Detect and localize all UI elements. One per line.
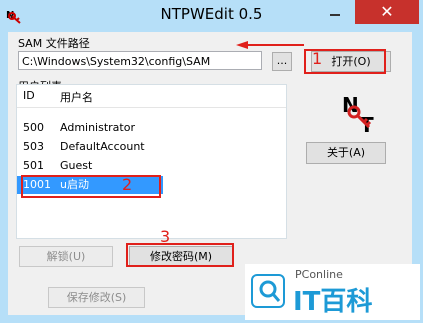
app-window: N NTPWEdit 0.5 ✕ SAM 文件路径 C:\Windows\Sys… [0,0,423,323]
watermark-name: IT百科 [293,287,373,317]
annotation-arrow-icon [236,41,304,49]
watermark: PConline IT百科 [245,264,420,320]
annotation-number-3: 3 [160,227,171,246]
sam-path-label: SAM 文件路径 [18,37,90,50]
about-button[interactable]: 关于(A) [306,142,386,164]
row-id: 503 [23,140,44,153]
row-username: Administrator [60,121,135,134]
save-changes-button[interactable]: 保存修改(S) [48,287,145,308]
watermark-brand: PConline [295,268,343,281]
annotation-box-user [21,175,161,198]
ntpwedit-logo-icon: N T [336,92,380,137]
table-row[interactable]: 501 Guest [17,157,286,175]
row-username: Guest [60,159,93,172]
title-bar[interactable]: N NTPWEdit 0.5 ✕ [0,0,423,30]
close-button[interactable]: ✕ [355,0,419,24]
column-header-username[interactable]: 用户名 [60,89,93,105]
table-row[interactable]: 503 DefaultAccount [17,138,286,156]
row-username: DefaultAccount [60,140,145,153]
annotation-number-2: 2 [122,175,133,194]
user-list[interactable]: ID 用户名 500 Administrator 503 DefaultAcco… [16,84,287,239]
watermark-logo-icon [251,274,285,308]
minimize-button[interactable] [321,2,348,22]
annotation-box-change-password [126,243,234,267]
column-header-id[interactable]: ID [23,89,35,102]
browse-button[interactable]: ... [272,52,292,71]
row-id: 500 [23,121,44,134]
annotation-number-1: 1 [312,49,323,68]
close-icon: ✕ [380,2,394,21]
sam-path-input[interactable]: C:\Windows\System32\config\SAM [18,51,262,70]
row-id: 501 [23,159,44,172]
unlock-button[interactable]: 解锁(U) [19,246,113,267]
table-row[interactable]: 500 Administrator [17,119,286,137]
list-header: ID 用户名 [17,85,286,108]
